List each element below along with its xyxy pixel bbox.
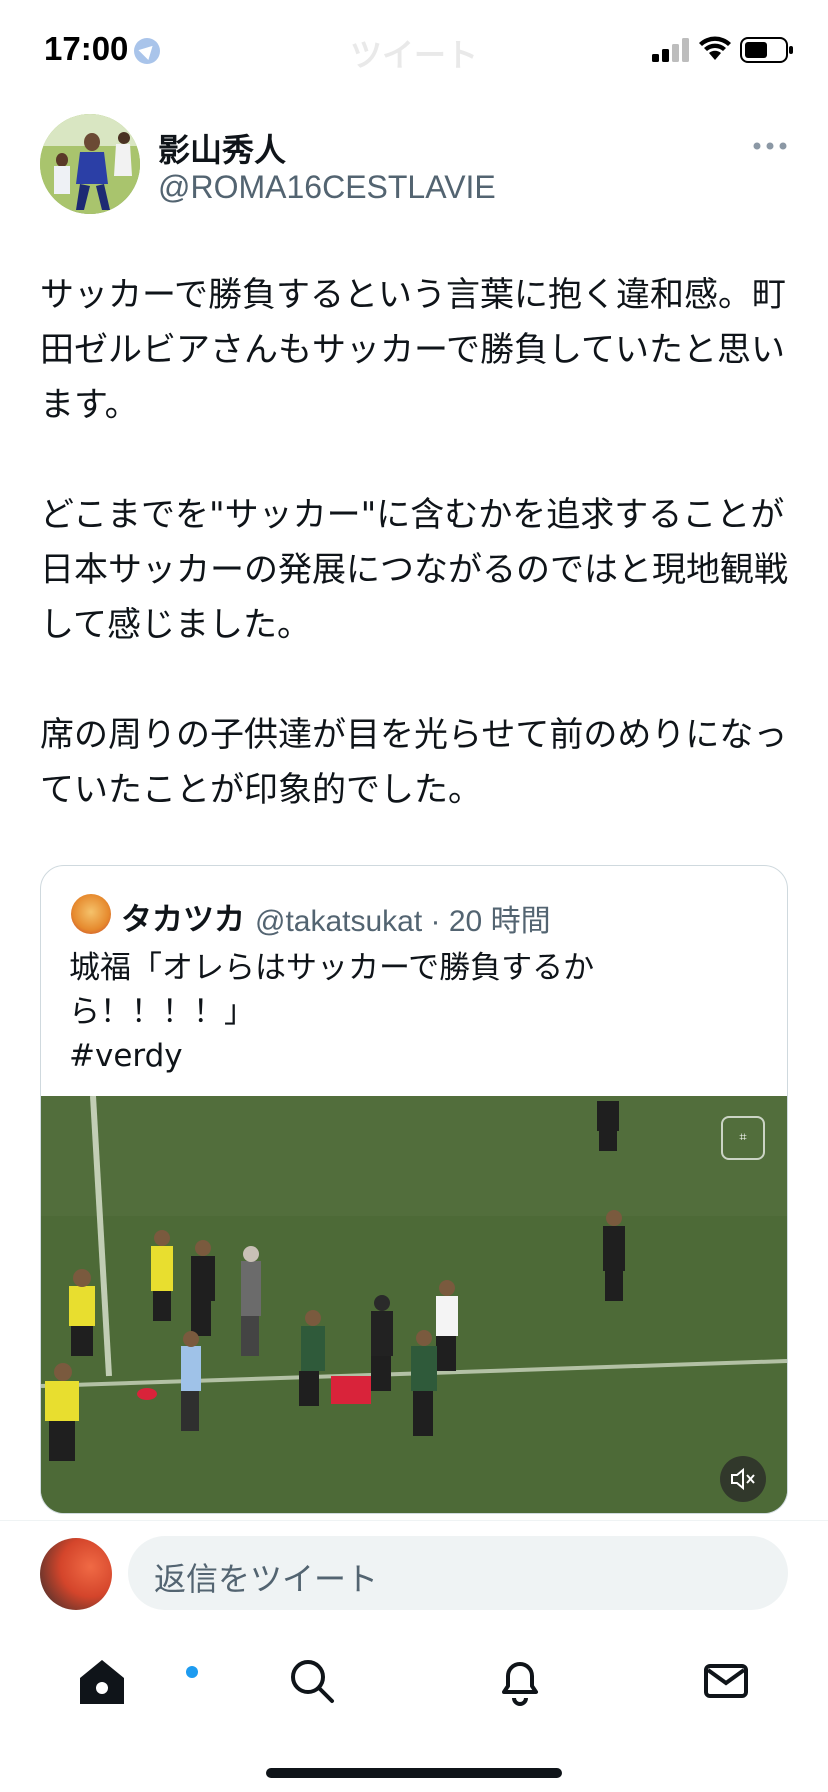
tab-messages[interactable] — [696, 1650, 756, 1710]
more-options-icon[interactable] — [752, 136, 788, 156]
wifi-icon — [699, 36, 731, 60]
reply-placeholder: 返信をツイート — [154, 1560, 379, 1598]
bottom-tab-bar — [0, 1630, 828, 1730]
home-icon — [80, 1660, 124, 1704]
quote-timestamp: · 20 時間 — [430, 905, 551, 938]
current-user-avatar[interactable] — [40, 1538, 112, 1610]
header-title: ツイート — [349, 36, 478, 74]
status-time: 17:00 — [44, 30, 129, 67]
reply-divider — [0, 1520, 828, 1521]
quote-author-handle: @takatsukat — [255, 905, 423, 938]
quote-hashtag[interactable]: #verdy — [69, 1034, 629, 1078]
quote-tweet-card[interactable]: タカツカ @takatsukat · 20 時間 城福「オレらはサッカーで勝負す… — [40, 865, 788, 1514]
quote-text-line: 城福「オレらはサッカーで勝負するか — [69, 950, 595, 986]
tweet-text: サッカーで勝負するという言葉に抱く違和感。町田ゼルビアさんもサッカーで勝負してい… — [40, 268, 800, 873]
home-indicator[interactable] — [266, 1768, 562, 1778]
quote-text: 城福「オレらはサッカーで勝負するか ら！！！！」 #verdy — [69, 946, 629, 1078]
tab-search[interactable] — [282, 1650, 342, 1710]
tab-home[interactable] — [72, 1650, 198, 1710]
location-arrow-icon — [134, 38, 160, 64]
tweet-paragraph: 席の周りの子供達が目を光らせて前のめりになっていたことが印象的でした。 — [40, 715, 788, 810]
speaker-muted-icon — [731, 1467, 755, 1491]
video-frame — [41, 1096, 787, 1513]
cellular-signal-icon — [652, 38, 689, 62]
author-avatar[interactable] — [40, 114, 140, 214]
notifications-icon — [502, 1662, 538, 1706]
home-notification-dot — [186, 1666, 198, 1678]
broadcast-watermark-icon: ⌗ — [721, 1116, 765, 1160]
mute-toggle-button[interactable] — [720, 1456, 766, 1502]
author-handle[interactable]: @ROMA16CESTLAVIE — [158, 169, 496, 206]
reply-input[interactable]: 返信をツイート — [128, 1536, 788, 1610]
avatar-photo — [40, 114, 140, 214]
quote-video[interactable]: ⌗ — [41, 1096, 787, 1513]
tab-notifications[interactable] — [490, 1650, 550, 1710]
search-icon — [291, 1660, 334, 1703]
author-display-name[interactable]: 影山秀人 — [158, 125, 286, 171]
tweet-paragraph: サッカーで勝負するという言葉に抱く違和感。町田ゼルビアさんもサッカーで勝負してい… — [40, 275, 786, 425]
status-bar: 17:00 ツイート — [0, 0, 828, 100]
quote-author-display-name: タカツカ — [121, 902, 245, 938]
quote-author-avatar — [71, 894, 111, 934]
quote-author-meta: @takatsukat · 20 時間 — [255, 896, 551, 940]
tweet-paragraph: どこまでを"サッカー"に含むかを追求することが日本サッカーの発展につながるのでは… — [40, 495, 788, 645]
battery-icon — [740, 37, 793, 63]
quote-text-line: ら！！！！」 — [69, 994, 255, 1030]
messages-icon — [704, 1664, 748, 1698]
